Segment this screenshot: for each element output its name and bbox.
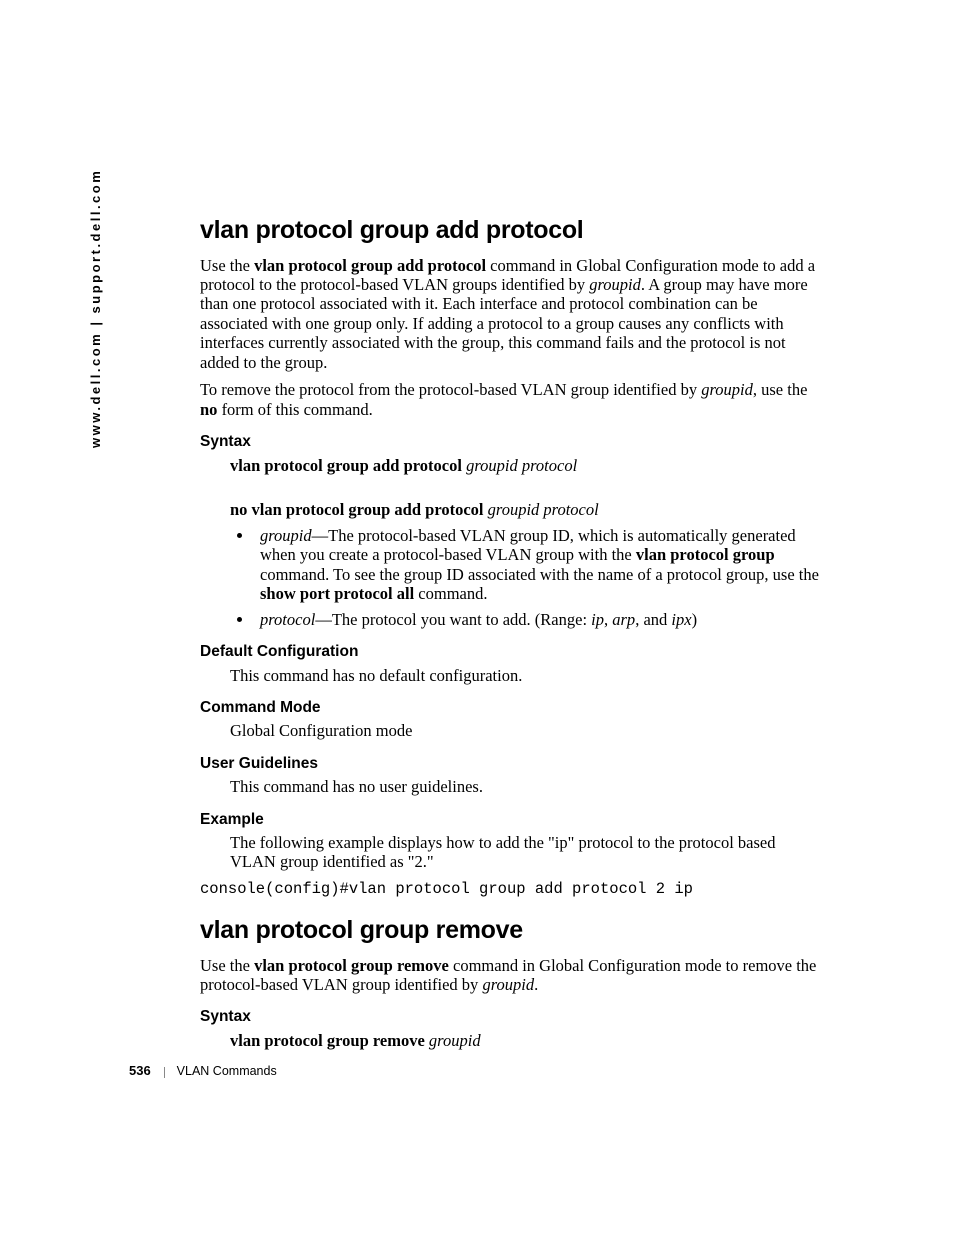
list-item: groupid—The protocol-based VLAN group ID…	[254, 526, 820, 604]
default-block: This command has no default configuratio…	[230, 666, 820, 685]
param-italic: groupid	[260, 526, 312, 545]
text: command.	[414, 584, 487, 603]
example-code: console(config)#vlan protocol group add …	[200, 880, 820, 898]
default-text: This command has no default configuratio…	[230, 666, 820, 685]
cmd-bold: no	[200, 400, 217, 419]
text: , and	[635, 610, 671, 629]
text: command. To see the group ID associated …	[260, 565, 819, 584]
para-intro-2: To remove the protocol from the protocol…	[200, 380, 820, 419]
para-remove-intro: Use the vlan protocol group remove comma…	[200, 956, 820, 995]
example-text: The following example displays how to ad…	[230, 833, 820, 872]
subhead-syntax: Syntax	[200, 433, 820, 451]
param-italic: groupid protocol	[488, 500, 599, 519]
cmd-bold: vlan protocol group	[636, 545, 775, 564]
cmd-bold: vlan protocol group remove	[254, 956, 449, 975]
text: To remove the protocol from the protocol…	[200, 380, 701, 399]
cmd-bold: vlan protocol group remove	[230, 1031, 429, 1050]
syntax-line-1: vlan protocol group add protocol groupid…	[230, 456, 820, 475]
page-number: 536	[129, 1063, 151, 1078]
side-url-text: www.dell.com | support.dell.com	[88, 169, 103, 448]
guidelines-block: This command has no user guidelines.	[230, 777, 820, 796]
para-intro-1: Use the vlan protocol group add protocol…	[200, 256, 820, 373]
syntax-line-2: no vlan protocol group add protocol grou…	[230, 500, 820, 519]
cmd-bold: show port protocol all	[260, 584, 414, 603]
subhead-mode: Command Mode	[200, 699, 820, 717]
text: —The protocol you want to add. (Range:	[315, 610, 591, 629]
example-block: The following example displays how to ad…	[230, 833, 820, 872]
subhead-guidelines: User Guidelines	[200, 755, 820, 773]
text: )	[692, 610, 698, 629]
heading-vlan-remove: vlan protocol group remove	[200, 916, 820, 946]
mode-block: Global Configuration mode	[230, 721, 820, 740]
footer-section: VLAN Commands	[177, 1064, 277, 1078]
text: Use the	[200, 256, 254, 275]
cmd-bold: vlan protocol group add protocol	[254, 256, 486, 275]
param-italic: ip	[591, 610, 604, 629]
cmd-bold: no vlan protocol group add protocol	[230, 500, 488, 519]
subhead-default: Default Configuration	[200, 643, 820, 661]
cmd-bold: vlan protocol group add protocol	[230, 456, 466, 475]
syntax-block: vlan protocol group add protocol groupid…	[230, 456, 820, 520]
text: .	[534, 975, 538, 994]
list-item: protocol—The protocol you want to add. (…	[254, 610, 820, 629]
param-italic: groupid	[429, 1031, 481, 1050]
heading-vlan-add: vlan protocol group add protocol	[200, 216, 820, 246]
param-list: groupid—The protocol-based VLAN group ID…	[200, 526, 820, 629]
param-italic: arp	[612, 610, 635, 629]
text: form of this command.	[217, 400, 372, 419]
mode-text: Global Configuration mode	[230, 721, 820, 740]
page: www.dell.com | support.dell.com vlan pro…	[0, 0, 954, 1235]
footer-separator	[164, 1067, 165, 1078]
param-italic: ipx	[671, 610, 691, 629]
param-italic: groupid	[701, 380, 753, 399]
param-italic: groupid	[482, 975, 534, 994]
content-column: vlan protocol group add protocol Use the…	[200, 216, 820, 1056]
guidelines-text: This command has no user guidelines.	[230, 777, 820, 796]
text: Use the	[200, 956, 254, 975]
text: , use the	[753, 380, 808, 399]
footer: 536 VLAN Commands	[129, 1063, 277, 1079]
param-italic: protocol	[260, 610, 315, 629]
syntax-block-2: vlan protocol group remove groupid	[230, 1031, 820, 1050]
subhead-syntax-2: Syntax	[200, 1008, 820, 1026]
param-italic: groupid protocol	[466, 456, 577, 475]
param-italic: groupid	[589, 275, 641, 294]
syntax-remove-line: vlan protocol group remove groupid	[230, 1031, 820, 1050]
subhead-example: Example	[200, 811, 820, 829]
